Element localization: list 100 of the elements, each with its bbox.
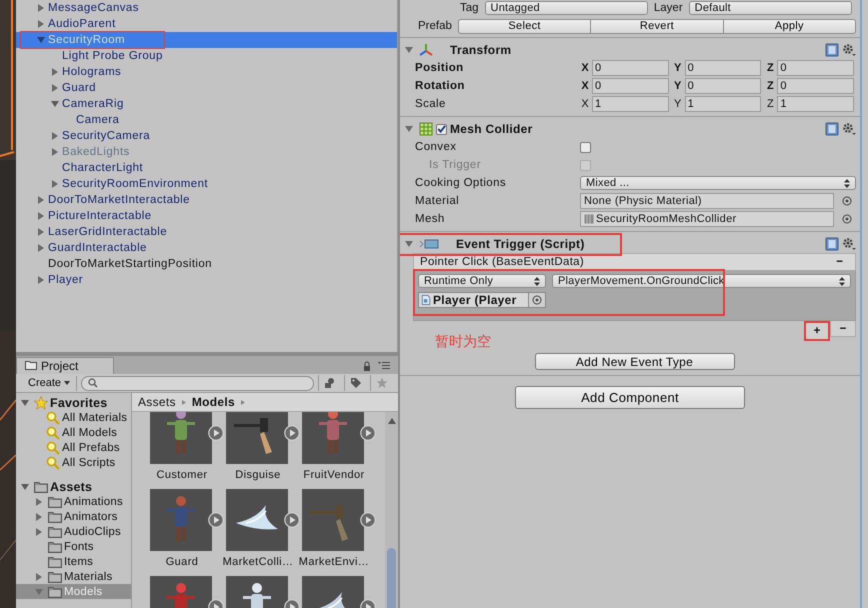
tree-item[interactable]: SecurityRoomEnvironment: [16, 176, 397, 192]
tree-item[interactable]: Animations: [16, 494, 131, 509]
number-field[interactable]: 1: [592, 96, 669, 112]
play-icon[interactable]: [208, 425, 224, 441]
collapse-arrow-icon[interactable]: [50, 99, 60, 109]
play-icon[interactable]: [284, 512, 300, 528]
tree-item[interactable]: CameraRig: [16, 96, 397, 112]
play-icon[interactable]: [360, 512, 376, 528]
scroll-thumb[interactable]: [387, 548, 396, 608]
settings-icon[interactable]: [842, 43, 856, 57]
tree-item[interactable]: DoorToMarketInteractable: [16, 192, 397, 208]
expand-arrow-icon[interactable]: [34, 572, 44, 582]
tree-item[interactable]: Guard: [16, 80, 397, 96]
tree-item[interactable]: Assets: [16, 479, 131, 494]
tree-item[interactable]: SecurityCamera: [16, 128, 397, 144]
tree-item[interactable]: Camera: [16, 112, 397, 128]
project-tab[interactable]: Project: [16, 357, 114, 374]
runtime-dropdown[interactable]: Runtime Only: [418, 274, 546, 288]
expand-arrow-icon[interactable]: [36, 195, 46, 205]
help-icon[interactable]: [825, 43, 839, 57]
search-field[interactable]: [81, 376, 314, 390]
number-field[interactable]: 1: [684, 96, 762, 112]
play-icon[interactable]: [360, 425, 376, 441]
remove-listener-button[interactable]: −: [830, 321, 856, 337]
checkbox[interactable]: [436, 124, 447, 134]
settings-icon[interactable]: [842, 237, 856, 251]
help-icon[interactable]: [825, 122, 839, 136]
collapse-arrow-icon[interactable]: [20, 398, 30, 408]
tree-item[interactable]: LaserGridInteractable: [16, 224, 397, 240]
prefab-button[interactable]: Apply: [724, 18, 856, 34]
expand-arrow-icon[interactable]: [36, 243, 46, 253]
number-field[interactable]: 0: [777, 78, 854, 94]
add-component-button[interactable]: Add Component: [515, 386, 745, 409]
function-dropdown[interactable]: PlayerMovement.OnGroundClick: [552, 274, 851, 288]
tree-item[interactable]: Animators: [16, 509, 131, 524]
tree-item[interactable]: All Prefabs: [16, 440, 131, 455]
expand-arrow-icon[interactable]: [50, 131, 60, 141]
tree-item[interactable]: Favorites: [16, 395, 131, 410]
tree-item[interactable]: Player: [16, 272, 397, 288]
breadcrumb-link[interactable]: Models: [192, 395, 235, 409]
tree-item[interactable]: AudioParent: [16, 16, 397, 32]
object-field[interactable]: SecurityRoomMeshCollider: [580, 211, 834, 227]
expand-arrow-icon[interactable]: [34, 496, 44, 506]
expand-arrow-icon[interactable]: [36, 227, 46, 237]
tree-item[interactable]: Materials: [16, 569, 131, 584]
tree-item[interactable]: GuardInteractable: [16, 240, 397, 256]
add-listener-button[interactable]: +: [804, 321, 830, 341]
tree-item[interactable]: DoorToMarketStartingPosition: [16, 256, 397, 272]
number-field[interactable]: 0: [684, 78, 762, 94]
collapse-arrow-icon[interactable]: [404, 124, 414, 134]
prefab-button[interactable]: Select: [458, 18, 592, 34]
expand-arrow-icon[interactable]: [36, 19, 46, 29]
expand-arrow-icon[interactable]: [50, 67, 60, 77]
layer-dropdown[interactable]: Default: [688, 1, 852, 15]
tree-item[interactable]: CharacterLight: [16, 160, 397, 176]
menu-icon[interactable]: [378, 359, 390, 371]
number-field[interactable]: 0: [592, 78, 669, 94]
scroll-up-icon[interactable]: [388, 418, 396, 424]
play-icon[interactable]: [208, 512, 224, 528]
play-icon[interactable]: [284, 425, 300, 441]
tree-item[interactable]: All Models: [16, 425, 131, 440]
expand-arrow-icon[interactable]: [34, 512, 44, 522]
expand-arrow-icon[interactable]: [50, 179, 60, 189]
object-picker-button[interactable]: [528, 293, 545, 307]
collapse-arrow-icon[interactable]: [36, 35, 46, 45]
tree-item[interactable]: MessageCanvas: [16, 0, 397, 16]
remove-event-button[interactable]: −: [830, 256, 849, 268]
tree-item[interactable]: PictureInteractable: [16, 208, 397, 224]
cooking-dropdown[interactable]: Mixed ...: [580, 176, 856, 190]
number-field[interactable]: 1: [777, 96, 854, 112]
tree-item[interactable]: AudioClips: [16, 524, 131, 539]
collapse-arrow-icon[interactable]: [404, 45, 414, 55]
number-field[interactable]: 0: [684, 60, 762, 76]
tree-item[interactable]: Light Probe Group: [16, 48, 397, 64]
create-button[interactable]: Create: [22, 376, 78, 390]
expand-arrow-icon[interactable]: [36, 275, 46, 285]
tree-item[interactable]: All Materials: [16, 410, 131, 425]
scrollbar[interactable]: [385, 412, 398, 608]
tag-dropdown[interactable]: Untagged: [484, 1, 648, 15]
tree-item[interactable]: Holograms: [16, 64, 397, 80]
add-event-type-button[interactable]: Add New Event Type: [534, 353, 734, 370]
expand-arrow-icon[interactable]: [50, 83, 60, 93]
expand-arrow-icon[interactable]: [36, 211, 46, 221]
expand-arrow-icon[interactable]: [34, 526, 44, 536]
settings-icon[interactable]: [842, 122, 856, 136]
checkbox[interactable]: [580, 142, 591, 152]
help-icon[interactable]: [825, 237, 839, 251]
object-field[interactable]: None (Physic Material): [580, 193, 834, 209]
tree-item[interactable]: All Scripts: [16, 455, 131, 470]
tree-item[interactable]: Items: [16, 554, 131, 569]
lock-icon[interactable]: [362, 361, 372, 371]
collapse-arrow-icon[interactable]: [20, 482, 30, 492]
collapse-arrow-icon[interactable]: [404, 239, 414, 249]
number-field[interactable]: 0: [592, 60, 669, 76]
tree-item[interactable]: Fonts: [16, 539, 131, 554]
expand-arrow-icon[interactable]: [36, 3, 46, 13]
breadcrumb-link[interactable]: Assets: [138, 395, 176, 409]
number-field[interactable]: 0: [777, 60, 854, 76]
prefab-button[interactable]: Revert: [591, 18, 724, 34]
object-field[interactable]: Player (Player: [418, 292, 546, 308]
